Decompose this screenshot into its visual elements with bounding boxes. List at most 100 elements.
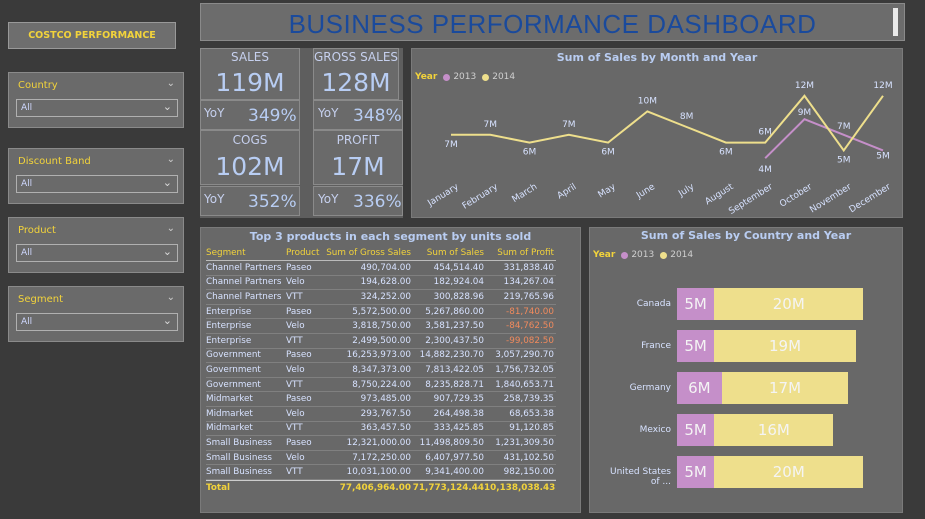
table-cell: 14,882,230.70 xyxy=(419,350,484,361)
bar-value-label: 19M xyxy=(769,337,802,355)
table-cell: Midmarket xyxy=(206,408,253,419)
table-cell: 10,031,100.00 xyxy=(346,467,411,478)
kpi-sales-label: SALES xyxy=(231,50,269,64)
table-cell: Paseo xyxy=(286,306,312,317)
table-cell: Paseo xyxy=(286,394,312,405)
legend-item-2014[interactable]: 2014 xyxy=(670,250,693,260)
bar-2014[interactable]: 20M xyxy=(714,456,864,488)
y-tick-label: Mexico xyxy=(639,425,671,435)
data-label-2013: 9M xyxy=(798,108,812,118)
table-cell: -99,082.50 xyxy=(506,335,554,346)
column-header[interactable]: Sum of Profit xyxy=(484,248,554,258)
dashboard-title-bar: BUSINESS PERFORMANCE DASHBOARD xyxy=(200,3,905,41)
kpi-sales-yoy-value: 349% xyxy=(248,106,297,126)
table-row[interactable]: Enterprise Velo 3,818,750.00 3,581,237.50 -8… xyxy=(206,319,556,334)
column-header[interactable]: Sum of Gross Sales xyxy=(324,248,411,258)
table-cell: Paseo xyxy=(286,437,312,448)
page-title: BUSINESS PERFORMANCE DASHBOARD xyxy=(288,9,817,39)
table-row[interactable]: Government VTT 8,750,224.00 8,235,828.71 1,8… xyxy=(206,378,556,393)
series-line-2013[interactable] xyxy=(764,118,884,159)
scrollbar[interactable] xyxy=(893,8,898,36)
chevron-down-icon[interactable]: ⌄ xyxy=(167,154,175,165)
table-cell: 7,172,250.00 xyxy=(352,452,411,463)
table-cell: Velo xyxy=(286,277,305,288)
table-cell: 5,267,860.00 xyxy=(425,306,484,317)
table-cell: 5,572,500.00 xyxy=(352,306,411,317)
table-row[interactable]: Channel Partners Paseo 490,704.00 454,514.4… xyxy=(206,261,556,276)
table-header-row: Segment Product Sum of Gross Sales Sum o… xyxy=(206,246,556,261)
table-row[interactable]: Small Business Velo 7,172,250.00 6,407,977.… xyxy=(206,451,556,466)
chevron-down-icon[interactable]: ⌄ xyxy=(167,78,175,89)
table-cell: Velo xyxy=(286,364,305,375)
x-tick-label: January xyxy=(426,182,462,209)
bar-2013[interactable]: 5M xyxy=(677,330,715,362)
bar-2014[interactable]: 17M xyxy=(721,372,849,404)
table-cell: 6,407,977.50 xyxy=(425,452,484,463)
column-header[interactable]: Sum of Sales xyxy=(411,248,484,258)
segment-dropdown[interactable]: All ⌄ xyxy=(16,313,178,331)
bar-value-label: 5M xyxy=(684,295,707,313)
data-label-2014: 7M xyxy=(484,120,498,130)
product-dropdown[interactable]: All ⌄ xyxy=(16,244,178,262)
table-cell: 2,499,500.00 xyxy=(352,335,411,346)
column-header[interactable]: Segment xyxy=(206,248,286,258)
discount-band-dropdown[interactable]: All ⌄ xyxy=(16,175,178,193)
table-cell: Channel Partners xyxy=(206,291,282,302)
table-cell: VTT xyxy=(286,291,303,302)
data-label-2014: 5M xyxy=(837,155,851,165)
table-row[interactable]: Small Business Paseo 12,321,000.00 11,498,8… xyxy=(206,436,556,451)
bar-2013[interactable]: 5M xyxy=(677,456,715,488)
table-cell: Enterprise xyxy=(206,321,252,332)
x-tick-label: December xyxy=(848,182,893,215)
legend-item-2013[interactable]: 2013 xyxy=(631,250,654,260)
table-row[interactable]: Government Paseo 16,253,973.00 14,882,230.7… xyxy=(206,349,556,364)
chevron-down-icon[interactable]: ⌄ xyxy=(167,223,175,234)
table-row[interactable]: Channel Partners VTT 324,252.00 300,828.96 2… xyxy=(206,290,556,305)
table-cell: Government xyxy=(206,364,261,375)
chevron-down-icon[interactable]: ⌄ xyxy=(167,292,175,303)
chevron-down-icon: ⌄ xyxy=(162,314,172,327)
table-row[interactable]: Enterprise VTT 2,499,500.00 2,300,437.50 -99… xyxy=(206,334,556,349)
table-row[interactable]: Midmarket VTT 363,457.50 333,425.85 91,120.8… xyxy=(206,422,556,437)
table-row[interactable]: Enterprise Paseo 5,572,500.00 5,267,860.00 -… xyxy=(206,305,556,320)
bar-2013[interactable]: 6M xyxy=(677,372,722,404)
series-line-2014[interactable] xyxy=(451,94,884,153)
data-label-2014: 12M xyxy=(873,81,892,91)
table-cell: Small Business xyxy=(206,467,273,478)
table-row[interactable]: Small Business VTT 10,031,100.00 9,341,400.… xyxy=(206,465,556,480)
total-cell: 71,773,124.44 xyxy=(412,482,484,493)
data-label-2014: 6M xyxy=(719,148,733,158)
x-tick-label: February xyxy=(461,182,501,212)
table-cell: Midmarket xyxy=(206,394,253,405)
country-dropdown[interactable]: All ⌄ xyxy=(16,99,178,117)
table-cell: 182,924.04 xyxy=(433,277,484,288)
bar-2014[interactable]: 19M xyxy=(714,330,856,362)
data-label-2013: 7M xyxy=(837,122,851,132)
table-row[interactable]: Channel Partners Velo 194,628.00 182,924.04… xyxy=(206,276,556,291)
column-header[interactable]: Product xyxy=(286,248,324,258)
costco-performance-button[interactable]: COSTCO PERFORMANCE xyxy=(8,22,176,49)
table-row[interactable]: Government Velo 8,347,373.00 7,813,422.05 1,… xyxy=(206,363,556,378)
table-row[interactable]: Midmarket Paseo 973,485.00 907,729.35 258,73… xyxy=(206,392,556,407)
kpi-sales-yoy-label: YoY xyxy=(204,106,225,120)
x-tick-label: July xyxy=(676,182,696,200)
kpi-cogs-yoy-label: YoY xyxy=(204,192,225,206)
dropdown-value: All xyxy=(21,103,33,113)
bar-chart-legend: Year 2013 2014 xyxy=(593,250,693,260)
bar-2014[interactable]: 16M xyxy=(714,414,834,446)
table-cell: 8,347,373.00 xyxy=(352,364,411,375)
y-tick-label: Germany xyxy=(629,383,671,393)
table-row[interactable]: Midmarket Velo 293,767.50 264,498.38 68,653.… xyxy=(206,407,556,422)
table-cell: VTT xyxy=(286,423,303,434)
table-cell: 3,818,750.00 xyxy=(352,321,411,332)
table-cell: 258,739.35 xyxy=(503,394,554,405)
kpi-gross-sales-value: 128M xyxy=(321,68,391,97)
table-body: Channel Partners Paseo 490,704.00 454,514.4… xyxy=(206,261,556,480)
total-cell: 77,406,964.00 xyxy=(339,482,411,493)
bar-2014[interactable]: 20M xyxy=(714,288,864,320)
bar-2013[interactable]: 5M xyxy=(677,414,715,446)
table-cell: Channel Partners xyxy=(206,277,282,288)
legend-dot-2013 xyxy=(621,251,629,259)
bar-2013[interactable]: 5M xyxy=(677,288,715,320)
table-cell: 2,300,437.50 xyxy=(425,335,484,346)
